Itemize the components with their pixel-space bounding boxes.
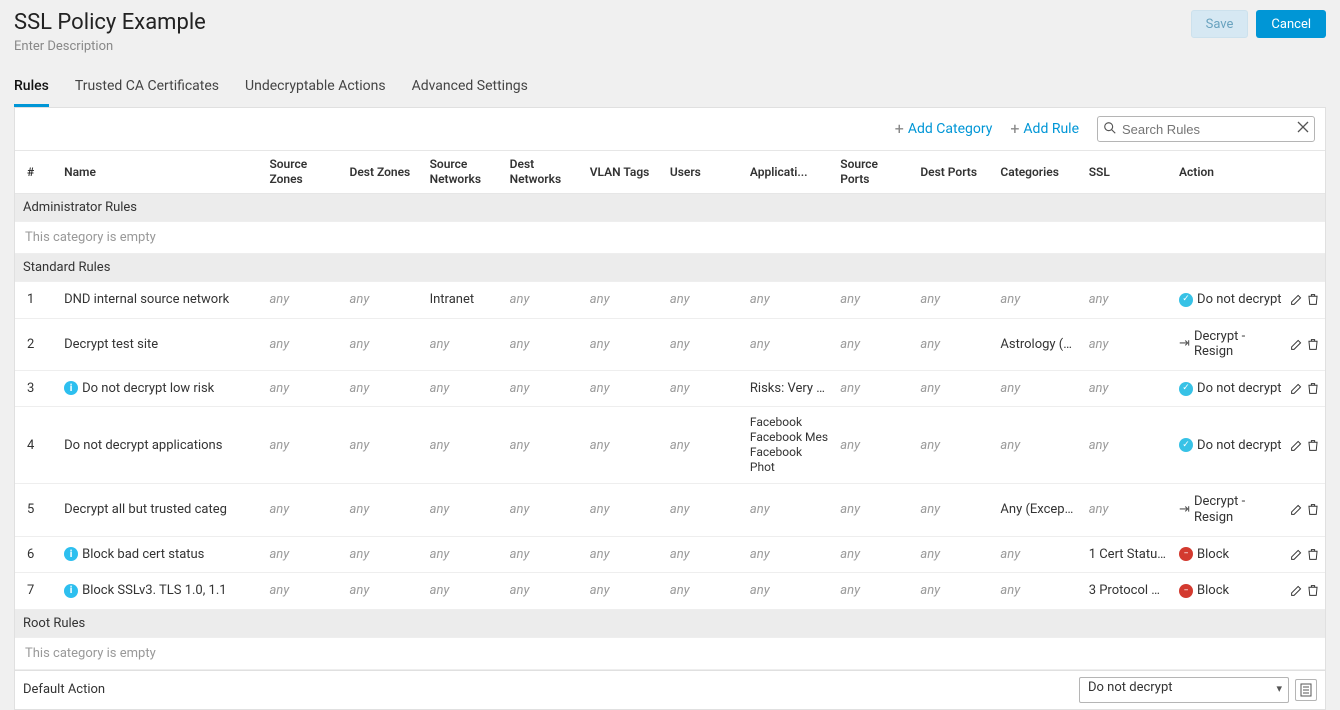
decrypt-arrow-icon: ⇥ bbox=[1179, 502, 1190, 518]
do-not-decrypt-icon: ✓ bbox=[1179, 438, 1193, 452]
category-row[interactable]: Root Rules bbox=[15, 609, 1325, 637]
action-label: Decrypt - Resign bbox=[1194, 329, 1282, 360]
action-label: Block bbox=[1197, 547, 1229, 563]
description-placeholder[interactable]: Enter Description bbox=[14, 39, 206, 54]
info-icon: i bbox=[64, 381, 78, 395]
table-header: #NameSource ZonesDest ZonesSource Networ… bbox=[15, 151, 1325, 194]
col-header: Name bbox=[58, 151, 263, 194]
category-row[interactable]: Administrator Rules bbox=[15, 194, 1325, 222]
col-header: Source Zones bbox=[263, 151, 343, 194]
do-not-decrypt-icon: ✓ bbox=[1179, 293, 1193, 307]
toolbar: + Add Category + Add Rule bbox=[15, 108, 1325, 150]
default-action-row: Default Action Do not decrypt bbox=[15, 670, 1325, 709]
close-icon[interactable] bbox=[1297, 121, 1309, 133]
info-icon: i bbox=[64, 547, 78, 561]
rule-name: Do not decrypt low risk bbox=[82, 381, 214, 396]
tab-rules[interactable]: Rules bbox=[14, 70, 49, 107]
col-header: Dest Zones bbox=[344, 151, 424, 194]
rule-name: Decrypt all but trusted categ bbox=[64, 502, 227, 517]
search-wrap bbox=[1097, 116, 1315, 142]
default-action-value: Do not decrypt bbox=[1088, 680, 1173, 695]
action-label: Do not decrypt bbox=[1197, 438, 1282, 454]
col-header: # bbox=[15, 151, 58, 194]
delete-icon[interactable] bbox=[1307, 503, 1319, 516]
col-header: Dest Networks bbox=[504, 151, 584, 194]
edit-icon[interactable] bbox=[1290, 503, 1303, 516]
table-row[interactable]: 5Decrypt all but trusted categanyanyanya… bbox=[15, 484, 1325, 536]
table-row[interactable]: 7iBlock SSLv3. TLS 1.0, 1.1anyanyanyanya… bbox=[15, 573, 1325, 610]
page: SSL Policy Example Enter Description Sav… bbox=[0, 0, 1340, 688]
tab-trusted-ca-certificates[interactable]: Trusted CA Certificates bbox=[75, 70, 219, 107]
tab-undecryptable-actions[interactable]: Undecryptable Actions bbox=[245, 70, 386, 107]
delete-icon[interactable] bbox=[1307, 338, 1319, 351]
plus-icon: + bbox=[1010, 121, 1019, 137]
category-row[interactable]: Standard Rules bbox=[15, 254, 1325, 282]
delete-icon[interactable] bbox=[1307, 584, 1319, 597]
edit-icon[interactable] bbox=[1290, 293, 1303, 306]
col-header: Source Ports bbox=[834, 151, 914, 194]
edit-icon[interactable] bbox=[1290, 584, 1303, 597]
empty-row: This category is empty bbox=[15, 222, 1325, 254]
info-icon: i bbox=[64, 584, 78, 598]
block-icon: − bbox=[1179, 547, 1193, 561]
header: SSL Policy Example Enter Description Sav… bbox=[14, 10, 1326, 62]
rule-name: Block bad cert status bbox=[82, 547, 204, 562]
rules-table: #NameSource ZonesDest ZonesSource Networ… bbox=[15, 150, 1325, 670]
table-row[interactable]: 6iBlock bad cert statusanyanyanyanyanyan… bbox=[15, 536, 1325, 573]
decrypt-arrow-icon: ⇥ bbox=[1179, 336, 1190, 352]
delete-icon[interactable] bbox=[1307, 439, 1319, 452]
tabs: Rules Trusted CA Certificates Undecryptabl… bbox=[14, 70, 1326, 108]
tab-advanced-settings[interactable]: Advanced Settings bbox=[412, 70, 528, 107]
save-button: Save bbox=[1191, 10, 1249, 38]
add-category-label: Add Category bbox=[908, 121, 992, 137]
col-header: Dest Ports bbox=[914, 151, 994, 194]
default-action-label: Default Action bbox=[23, 682, 105, 697]
cancel-button[interactable]: Cancel bbox=[1256, 10, 1326, 38]
action-label: Block bbox=[1197, 583, 1229, 599]
action-label: Do not decrypt bbox=[1197, 292, 1282, 308]
table-row[interactable]: 4Do not decrypt applicationsanyanyanyany… bbox=[15, 407, 1325, 484]
plus-icon: + bbox=[895, 121, 904, 137]
table-row[interactable]: 1DND internal source networkanyanyIntran… bbox=[15, 282, 1325, 319]
rules-panel: + Add Category + Add Rule #NameSource Zo… bbox=[14, 108, 1326, 710]
col-header: Source Networks bbox=[424, 151, 504, 194]
add-rule-label: Add Rule bbox=[1023, 121, 1079, 137]
log-icon[interactable] bbox=[1295, 679, 1317, 701]
do-not-decrypt-icon: ✓ bbox=[1179, 382, 1193, 396]
edit-icon[interactable] bbox=[1290, 548, 1303, 561]
action-label: Do not decrypt bbox=[1197, 381, 1282, 397]
col-header: Categories bbox=[994, 151, 1082, 194]
add-rule-button[interactable]: + Add Rule bbox=[1010, 121, 1079, 137]
col-header: Applicati... bbox=[744, 151, 834, 194]
edit-icon[interactable] bbox=[1290, 382, 1303, 395]
col-header: VLAN Tags bbox=[584, 151, 664, 194]
delete-icon[interactable] bbox=[1307, 382, 1319, 395]
default-action-select[interactable]: Do not decrypt bbox=[1079, 677, 1289, 703]
edit-icon[interactable] bbox=[1290, 338, 1303, 351]
action-label: Decrypt - Resign bbox=[1194, 494, 1282, 525]
delete-icon[interactable] bbox=[1307, 548, 1319, 561]
table-row[interactable]: 3iDo not decrypt low riskanyanyanyanyany… bbox=[15, 370, 1325, 407]
block-icon: − bbox=[1179, 584, 1193, 598]
rule-name: Do not decrypt applications bbox=[64, 438, 222, 453]
col-header: SSL bbox=[1083, 151, 1173, 194]
col-header: Action bbox=[1173, 151, 1288, 194]
page-title: SSL Policy Example bbox=[14, 10, 206, 35]
rule-name: Decrypt test site bbox=[64, 337, 158, 352]
table-row[interactable]: 2Decrypt test siteanyanyanyanyanyanyanya… bbox=[15, 318, 1325, 370]
col-header: Users bbox=[664, 151, 744, 194]
rule-name: DND internal source network bbox=[64, 292, 229, 307]
add-category-button[interactable]: + Add Category bbox=[895, 121, 993, 137]
search-input[interactable] bbox=[1097, 116, 1315, 142]
delete-icon[interactable] bbox=[1307, 293, 1319, 306]
edit-icon[interactable] bbox=[1290, 439, 1303, 452]
empty-row: This category is empty bbox=[15, 637, 1325, 669]
rule-name: Block SSLv3. TLS 1.0, 1.1 bbox=[82, 583, 226, 598]
